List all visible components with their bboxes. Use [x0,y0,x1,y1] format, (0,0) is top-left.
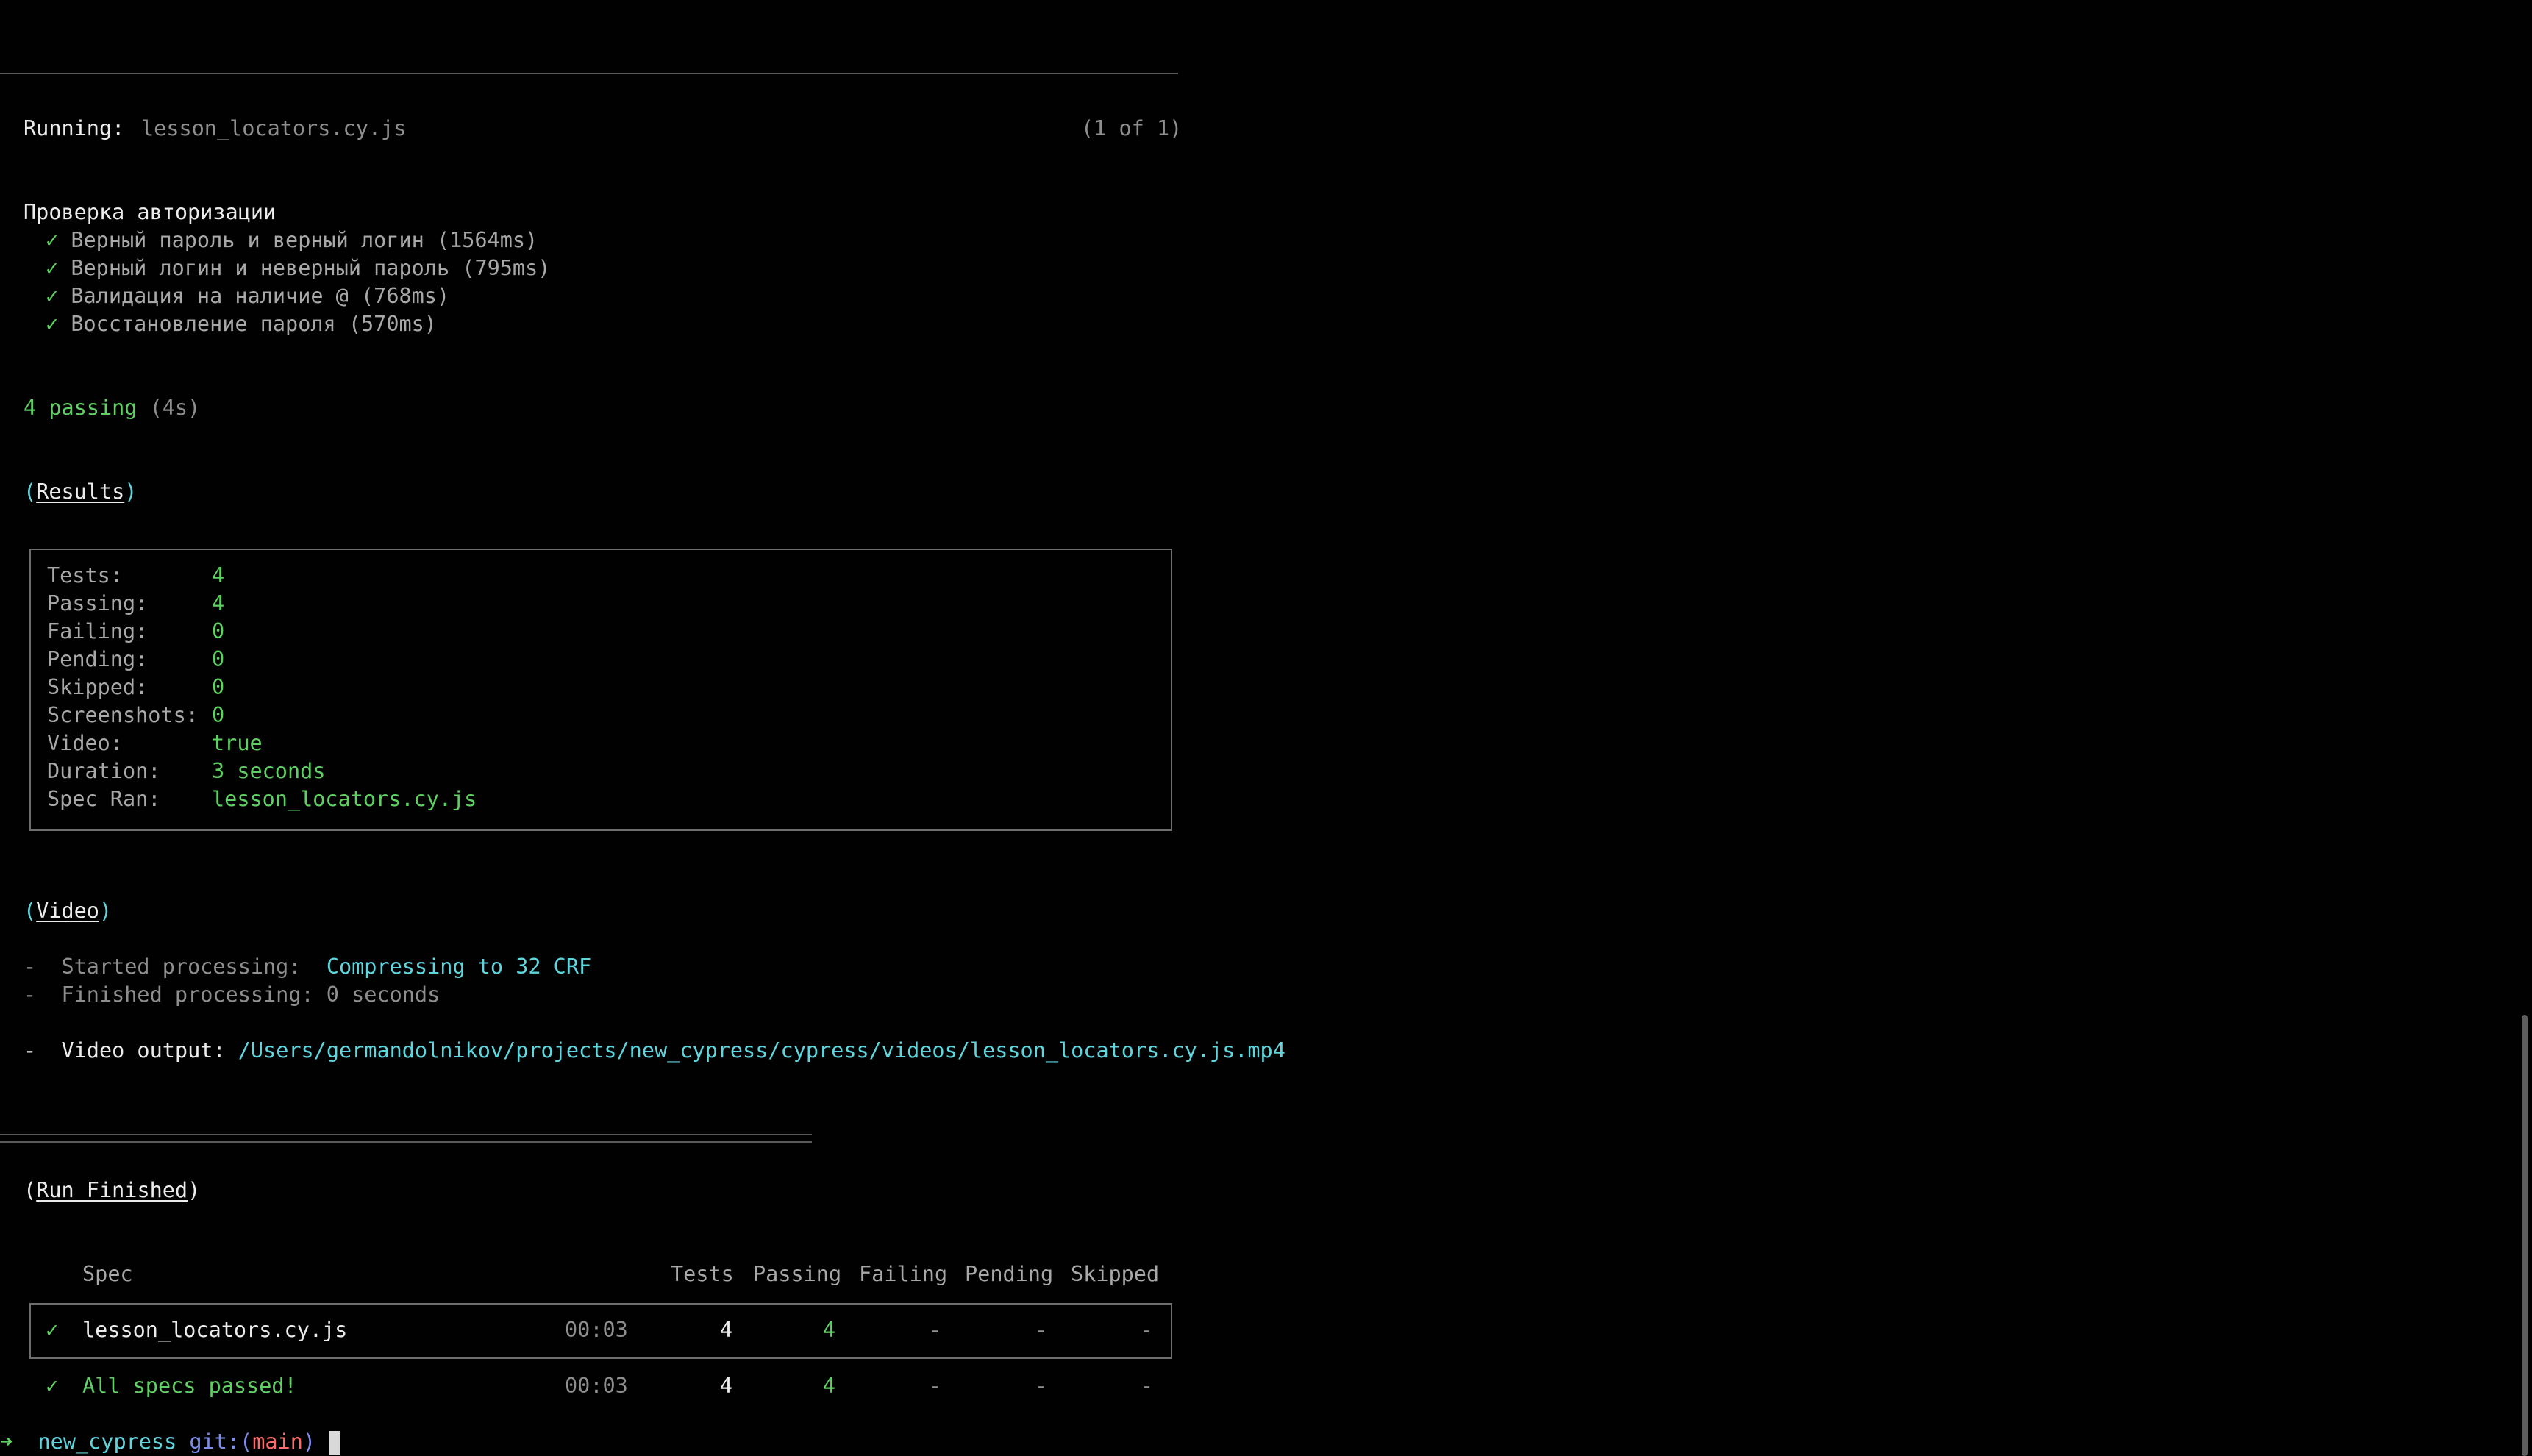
test-item: ✓ Верный логин и неверный пароль (795ms) [46,254,550,282]
row-duration: 00:03 [565,1318,628,1342]
results-label: Duration: [47,759,161,783]
totals-failing: - [928,1374,941,1398]
results-value: 0 [212,703,225,727]
git-branch: main [252,1430,303,1454]
suite-title: Проверка авторизации [24,200,277,224]
results-value: 0 [212,675,225,699]
test-name: Верный логин и неверный пароль [71,256,450,280]
col-passing: Passing [753,1262,842,1286]
totals-tests: 4 [719,1374,732,1398]
results-heading: (Results) [24,479,138,504]
results-value: true [212,731,263,755]
video-started-value: Compressing to 32 CRF [326,954,592,979]
results-value: lesson_locators.cy.js [212,787,477,811]
col-spec: Spec [82,1262,133,1286]
totals-pending: - [1034,1374,1047,1398]
results-value: 4 [212,563,225,588]
results-value: 0 [212,619,225,643]
test-name: Валидация на наличие @ [71,284,349,308]
prompt-directory: new_cypress [38,1430,177,1454]
test-name: Верный пароль и верный логин [71,228,424,252]
shell-prompt[interactable]: ➜ new_cypress git:(main) ✗ [0,1428,340,1456]
run-separator [0,1134,812,1143]
run-finished-heading: (Run Finished) [24,1178,201,1202]
test-item: ✓ Восстановление пароля (570ms) [46,310,437,338]
test-time: (768ms) [361,284,450,308]
totals-passing: 4 [822,1374,835,1398]
git-label: git:( [189,1430,253,1454]
results-box [29,549,1172,831]
top-separator [0,73,1178,74]
test-time: (795ms) [462,256,551,280]
text-cursor [329,1431,340,1455]
video-heading: (Video) [24,899,113,923]
totals-skipped: - [1140,1374,1153,1398]
video-finished: - Finished processing: 0 seconds [24,982,441,1007]
results-value: 0 [212,647,225,671]
video-started: - Started processing: Compressing to 32 … [24,954,592,979]
test-time: (1564ms) [436,228,538,252]
running-label: Running: [24,116,125,140]
row-spec: lesson_locators.cy.js [82,1318,348,1342]
passing-duration: (4s) [149,396,201,420]
scrollbar-thumb[interactable] [2522,1015,2528,1456]
results-label: Pending: [47,647,149,671]
running-counter: (1 of 1) [1081,116,1183,140]
results-label: Spec Ran: [47,787,161,811]
test-item: ✓ Верный пароль и верный логин (1564ms) [46,226,538,254]
check-icon: ✓ [46,1318,59,1342]
row-failing: - [928,1318,941,1342]
video-output-path: /Users/germandolnikov/projects/new_cypre… [238,1038,1285,1063]
col-skipped: Skipped [1071,1262,1160,1286]
test-name: Восстановление пароля [71,312,336,336]
col-failing: Failing [859,1262,948,1286]
results-label: Passing: [47,591,149,615]
results-label: Tests: [47,563,123,588]
row-pending: - [1034,1318,1047,1342]
video-output: - Video output: /Users/germandolnikov/pr… [24,1038,1285,1063]
passing-summary: 4 passing (4s) [24,394,200,422]
row-tests: 4 [719,1318,732,1342]
totals-duration: 00:03 [565,1374,628,1398]
passing-count: 4 passing [24,396,138,420]
results-value: 4 [212,591,225,615]
check-icon: ✓ [46,312,59,336]
check-icon: ✓ [46,256,59,280]
check-icon: ✓ [46,1374,59,1398]
check-icon: ✓ [46,228,59,252]
scrollbar[interactable] [2516,0,2532,1456]
results-value: 3 seconds [212,759,326,783]
results-label: Failing: [47,619,149,643]
row-skipped: - [1140,1318,1153,1342]
row-passing: 4 [822,1318,835,1342]
results-label: Skipped: [47,675,149,699]
running-spec: lesson_locators.cy.js [141,116,407,140]
check-icon: ✓ [46,284,59,308]
test-time: (570ms) [348,312,437,336]
results-label: Screenshots: [47,703,199,727]
results-label: Video: [47,731,123,755]
test-item: ✓ Валидация на наличие @ (768ms) [46,282,449,310]
col-pending: Pending [965,1262,1054,1286]
totals-label: All specs passed! [82,1374,297,1398]
prompt-arrow-icon: ➜ [0,1430,13,1454]
col-tests: Tests [671,1262,734,1286]
